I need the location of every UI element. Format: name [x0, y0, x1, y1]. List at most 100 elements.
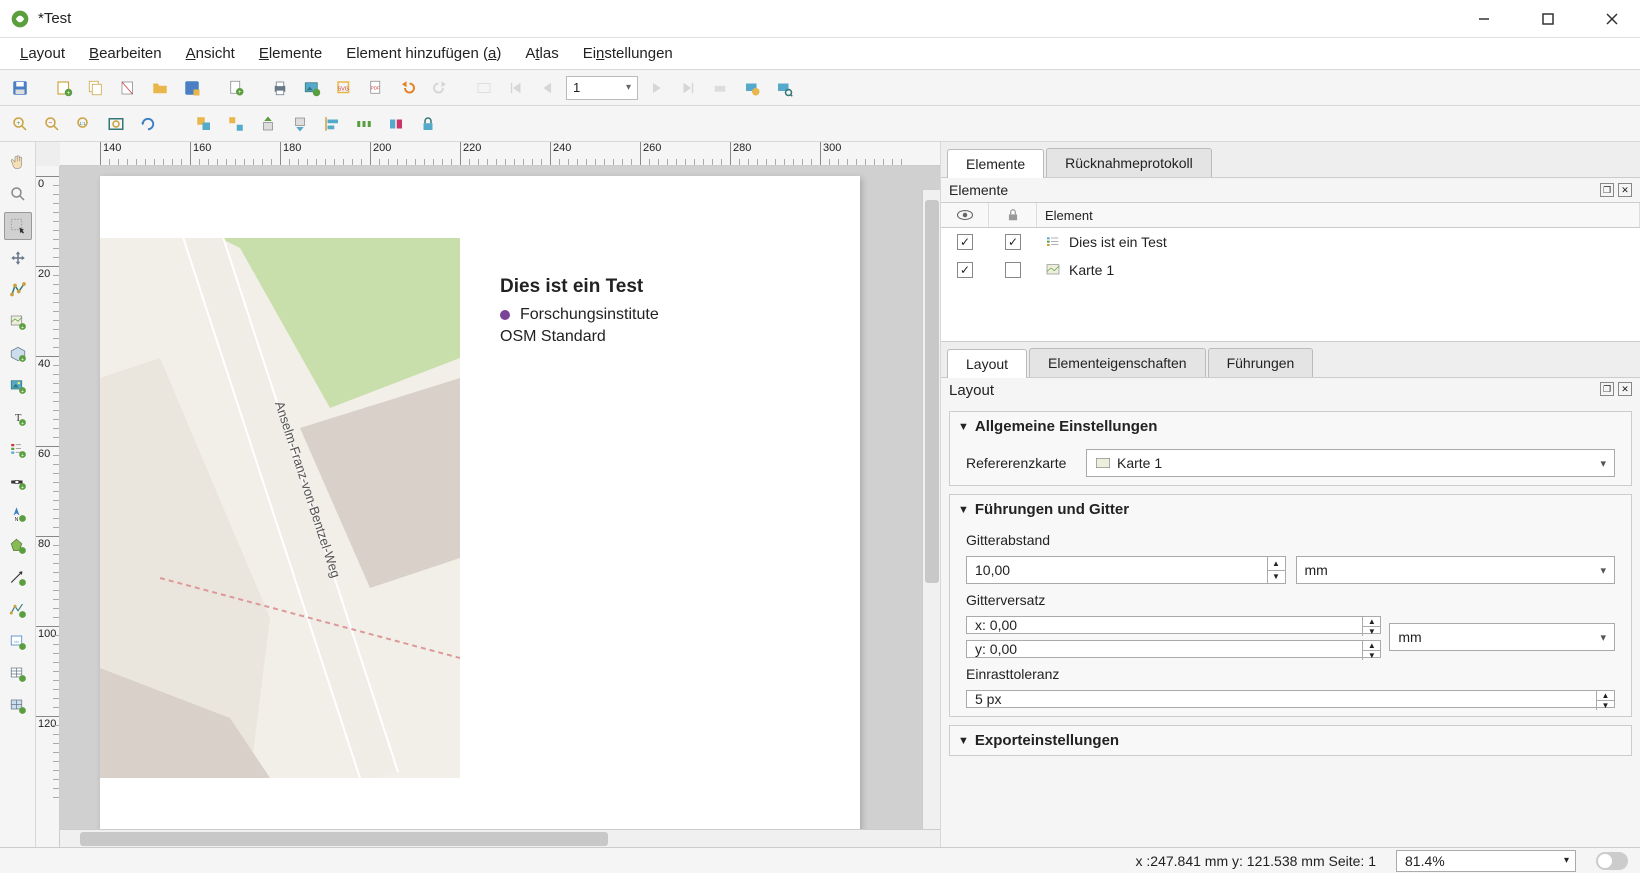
spin-down-icon[interactable]: ▼ — [1362, 627, 1380, 636]
add-label-tool-icon[interactable]: T+ — [4, 404, 32, 432]
scrollbar-vertical[interactable] — [922, 190, 940, 829]
grid-offset-y-input[interactable]: y: 0,00▲▼ — [966, 640, 1381, 658]
item-locked-checkbox[interactable] — [1005, 262, 1021, 278]
spin-up-icon[interactable]: ▲ — [1267, 557, 1285, 571]
panel-close-icon[interactable]: ✕ — [1618, 183, 1632, 197]
tab-elemente[interactable]: Elemente — [947, 149, 1044, 178]
save-icon[interactable] — [6, 74, 34, 102]
add-table-tool-icon[interactable] — [4, 660, 32, 688]
item-visible-checkbox[interactable]: ✓ — [957, 262, 973, 278]
add-fixed-table-tool-icon[interactable] — [4, 692, 32, 720]
item-row[interactable]: ✓ Karte 1 — [941, 256, 1640, 284]
snap-tolerance-input[interactable]: 5 px▲▼ — [966, 690, 1615, 708]
spin-down-icon[interactable]: ▼ — [1267, 571, 1285, 584]
menu-bearbeiten[interactable]: Bearbeiten — [77, 41, 174, 66]
atlas-preview-icon — [470, 74, 498, 102]
atlas-page-combo[interactable]: 1 — [566, 76, 638, 100]
legend-item[interactable]: Dies ist ein Test Forschungsinstitute OS… — [500, 276, 659, 350]
spin-down-icon[interactable]: ▼ — [1596, 701, 1614, 710]
maximize-button[interactable] — [1530, 6, 1566, 32]
add-shape-tool-icon[interactable] — [4, 532, 32, 560]
lower-icon[interactable] — [286, 110, 314, 138]
undo-icon[interactable] — [394, 74, 422, 102]
svg-text:SVG: SVG — [338, 86, 349, 92]
save-template-icon[interactable] — [178, 74, 206, 102]
add-legend-tool-icon[interactable]: + — [4, 436, 32, 464]
duplicate-layout-icon[interactable] — [82, 74, 110, 102]
menu-ansicht[interactable]: Ansicht — [174, 41, 247, 66]
resize-icon[interactable] — [382, 110, 410, 138]
pan-tool-icon[interactable] — [4, 148, 32, 176]
grid-spacing-input[interactable]: 10,00▲▼ — [966, 556, 1286, 584]
zoom-tool-icon[interactable] — [4, 180, 32, 208]
tab-guides[interactable]: Führungen — [1208, 348, 1314, 377]
delete-layout-icon[interactable] — [114, 74, 142, 102]
spin-down-icon[interactable]: ▼ — [1362, 651, 1380, 660]
tab-layout-props[interactable]: Layout — [947, 349, 1027, 378]
atlas-settings-icon[interactable] — [770, 74, 798, 102]
spin-up-icon[interactable]: ▲ — [1596, 691, 1614, 701]
export-pdf-icon[interactable]: PDF — [362, 74, 390, 102]
ref-map-combo[interactable]: Karte 1 — [1086, 449, 1615, 477]
tab-ruecknahmeprotokoll[interactable]: Rücknahmeprotokoll — [1046, 148, 1212, 177]
layout-page[interactable]: Anselm-Franz-von-Bentzel-Weg Dies ist ei… — [100, 176, 860, 847]
ungroup-icon[interactable] — [222, 110, 250, 138]
lock-icon[interactable] — [414, 110, 442, 138]
spin-up-icon[interactable]: ▲ — [1362, 641, 1380, 651]
spin-up-icon[interactable]: ▲ — [1362, 617, 1380, 627]
print-icon[interactable] — [266, 74, 294, 102]
menu-settings[interactable]: Einstellungen — [571, 41, 685, 66]
panel-float-icon[interactable]: ❐ — [1600, 382, 1614, 396]
panel-float-icon[interactable]: ❐ — [1600, 183, 1614, 197]
item-locked-checkbox[interactable]: ✓ — [1005, 234, 1021, 250]
open-folder-icon[interactable] — [146, 74, 174, 102]
add-page-icon[interactable]: + — [222, 74, 250, 102]
grid-offset-unit-combo[interactable]: mm — [1389, 623, 1615, 651]
grid-spacing-unit-combo[interactable]: mm — [1296, 556, 1616, 584]
section-general: Allgemeine Einstellungen Refererenzkarte… — [949, 411, 1632, 486]
zoom-out-icon[interactable]: − — [38, 110, 66, 138]
close-button[interactable] — [1594, 6, 1630, 32]
export-svg-icon[interactable]: SVG — [330, 74, 358, 102]
new-layout-icon[interactable]: + — [50, 74, 78, 102]
zoom-combo[interactable]: 81.4% — [1396, 850, 1576, 872]
canvas-viewport[interactable]: Anselm-Franz-von-Bentzel-Weg Dies ist ei… — [60, 166, 940, 847]
move-content-tool-icon[interactable] — [4, 244, 32, 272]
distribute-icon[interactable] — [350, 110, 378, 138]
section-header-guides[interactable]: Führungen und Gitter — [950, 495, 1631, 524]
zoom-in-icon[interactable]: + — [6, 110, 34, 138]
zoom-full-icon[interactable] — [102, 110, 130, 138]
section-header-general[interactable]: Allgemeine Einstellungen — [950, 412, 1631, 441]
menu-add-element[interactable]: Element hinzufügen (a) — [334, 41, 513, 66]
minimize-button[interactable] — [1466, 6, 1502, 32]
atlas-export-icon[interactable] — [738, 74, 766, 102]
group-icon[interactable] — [190, 110, 218, 138]
add-arrow-tool-icon[interactable] — [4, 564, 32, 592]
edit-nodes-tool-icon[interactable] — [4, 276, 32, 304]
refresh-icon[interactable] — [134, 110, 162, 138]
align-left-icon[interactable] — [318, 110, 346, 138]
section-header-export[interactable]: Exporteinstellungen — [950, 726, 1631, 755]
menu-atlas[interactable]: Atlas — [513, 41, 570, 66]
add-3d-map-tool-icon[interactable]: + — [4, 340, 32, 368]
add-picture-tool-icon[interactable]: + — [4, 372, 32, 400]
add-scalebar-tool-icon[interactable]: + — [4, 468, 32, 496]
add-node-item-tool-icon[interactable] — [4, 596, 32, 624]
map-item[interactable]: Anselm-Franz-von-Bentzel-Weg — [100, 238, 460, 778]
select-tool-icon[interactable] — [4, 212, 32, 240]
raise-icon[interactable] — [254, 110, 282, 138]
export-image-icon[interactable] — [298, 74, 326, 102]
zoom-100-icon[interactable]: 1:1 — [70, 110, 98, 138]
scrollbar-horizontal[interactable] — [60, 829, 940, 847]
panel-close-icon[interactable]: ✕ — [1618, 382, 1632, 396]
add-html-tool-icon[interactable]: </> — [4, 628, 32, 656]
item-row[interactable]: ✓ ✓ Dies ist ein Test — [941, 228, 1640, 256]
tab-item-props[interactable]: Elementeigenschaften — [1029, 348, 1206, 377]
menu-elemente[interactable]: Elemente — [247, 41, 334, 66]
item-visible-checkbox[interactable]: ✓ — [957, 234, 973, 250]
menu-layout[interactable]: Layout — [8, 41, 77, 66]
grid-offset-x-input[interactable]: x: 0,00▲▼ — [966, 616, 1381, 634]
status-toggle[interactable] — [1596, 852, 1628, 870]
add-map-tool-icon[interactable]: + — [4, 308, 32, 336]
add-north-arrow-tool-icon[interactable]: N — [4, 500, 32, 528]
